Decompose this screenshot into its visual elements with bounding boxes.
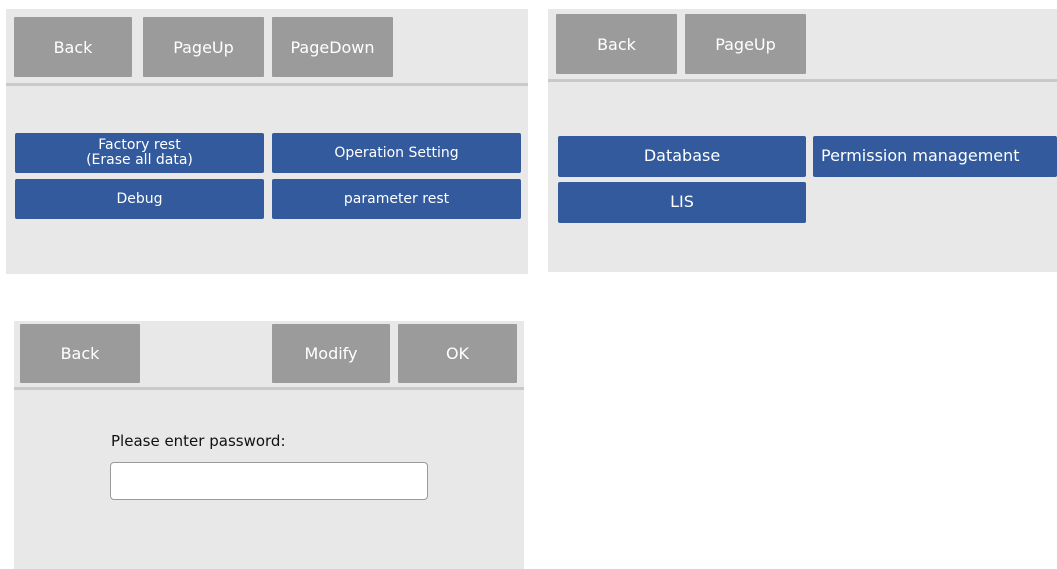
settings-panel-1: Back PageUp PageDown Factory rest (Erase… [6, 9, 528, 274]
database-button[interactable]: Database [558, 136, 806, 177]
modify-button[interactable]: Modify [272, 324, 390, 383]
back-button[interactable]: Back [556, 14, 677, 74]
factory-reset-sublabel: (Erase all data) [86, 152, 193, 168]
permission-management-button[interactable]: Permission management [813, 136, 1057, 177]
toolbar-separator [548, 79, 1057, 82]
toolbar-separator [14, 387, 524, 390]
password-panel: Back Modify OK Please enter password: [14, 321, 524, 569]
back-button[interactable]: Back [14, 17, 132, 77]
toolbar-separator [6, 83, 528, 86]
page-down-button[interactable]: PageDown [272, 17, 393, 77]
page-up-button[interactable]: PageUp [685, 14, 806, 74]
back-button[interactable]: Back [20, 324, 140, 383]
factory-reset-button[interactable]: Factory rest (Erase all data) [15, 133, 264, 173]
page-up-button[interactable]: PageUp [143, 17, 264, 77]
operation-setting-button[interactable]: Operation Setting [272, 133, 521, 173]
factory-reset-label: Factory rest [98, 137, 181, 154]
ok-button[interactable]: OK [398, 324, 517, 383]
lis-button[interactable]: LIS [558, 182, 806, 223]
password-input[interactable] [110, 462, 428, 500]
password-prompt: Please enter password: [111, 432, 286, 450]
parameter-reset-button[interactable]: parameter rest [272, 179, 521, 219]
debug-button[interactable]: Debug [15, 179, 264, 219]
settings-panel-2: Back PageUp Database Permission manageme… [548, 9, 1057, 272]
